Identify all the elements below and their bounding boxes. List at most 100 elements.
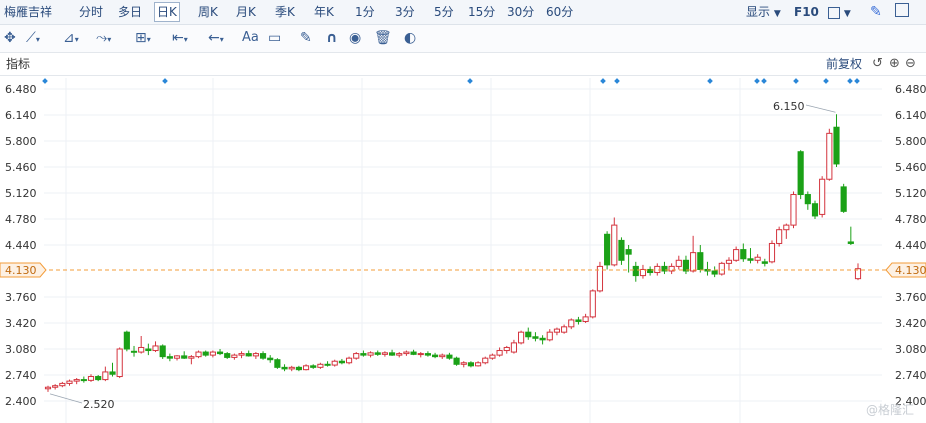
- candle: [403, 350, 410, 356]
- candle-body: [833, 126, 840, 165]
- candle: [159, 344, 166, 359]
- candle-body: [682, 259, 690, 272]
- candle: [654, 263, 661, 276]
- candle: [52, 384, 59, 390]
- candle: [776, 226, 783, 247]
- event-marker[interactable]: [467, 78, 473, 84]
- candle-body: [453, 357, 460, 365]
- price-tick-left: 5.120: [5, 187, 37, 200]
- candle-body: [625, 249, 632, 255]
- candle-body: [224, 353, 231, 358]
- event-marker[interactable]: [42, 78, 48, 84]
- candle-body: [188, 356, 195, 359]
- candle: [288, 365, 295, 372]
- candle-body: [518, 331, 525, 344]
- candle-body: [675, 259, 682, 267]
- event-marker[interactable]: [761, 78, 767, 84]
- candle-body: [768, 242, 776, 263]
- candle: [740, 243, 747, 262]
- candle-body: [116, 348, 123, 378]
- candle: [66, 379, 73, 386]
- candle-body: [654, 265, 661, 274]
- candle-body: [582, 316, 589, 322]
- event-marker[interactable]: [162, 78, 168, 84]
- candle: [811, 200, 819, 219]
- candlestick-chart[interactable]: 6.480 6.140 5.800 5.460 5.120 4.780 4.440 3.760…: [0, 0, 926, 423]
- current-price-left: 4.130: [5, 264, 37, 277]
- candle: [611, 217, 618, 267]
- candle: [804, 191, 811, 210]
- event-marker[interactable]: [754, 78, 760, 84]
- price-tick-right: 3.760: [895, 291, 926, 304]
- candle: [596, 261, 604, 293]
- high-leader-line: [805, 104, 836, 113]
- event-marker[interactable]: [707, 78, 713, 84]
- candle: [768, 240, 776, 264]
- event-marker[interactable]: [847, 78, 853, 84]
- candle: [639, 264, 647, 279]
- candle-body: [173, 355, 181, 359]
- price-tick-left: 3.080: [5, 343, 37, 356]
- low-price-label: 2.520: [83, 398, 115, 411]
- candle: [668, 263, 675, 275]
- candle-body: [539, 337, 546, 341]
- candle-body: [209, 351, 216, 356]
- candle: [259, 351, 267, 360]
- candle: [202, 350, 209, 357]
- current-price-tag-right: 4.130: [885, 262, 926, 278]
- event-marker[interactable]: [600, 78, 606, 84]
- candle: [618, 237, 625, 265]
- candle-body: [733, 249, 740, 261]
- candle-body: [747, 258, 754, 261]
- candle-body: [553, 328, 561, 333]
- candle: [826, 128, 833, 181]
- candle: [216, 349, 224, 356]
- price-tick-right: 5.460: [895, 161, 926, 174]
- current-price-tag-left: 4.130: [0, 262, 47, 278]
- price-tick-right: 5.800: [895, 135, 926, 148]
- candle: [374, 350, 381, 356]
- candle: [44, 385, 52, 392]
- event-marker[interactable]: [823, 78, 829, 84]
- candle-body: [238, 353, 245, 356]
- price-tick-left: 5.800: [5, 135, 37, 148]
- candle: [324, 361, 331, 367]
- left-price-axis: 6.480 6.140 5.800 5.460 5.120 4.780 4.440 3.760…: [5, 83, 37, 408]
- candle: [453, 356, 460, 366]
- price-tick-left: 6.140: [5, 109, 37, 122]
- candle: [188, 355, 195, 365]
- candle-body: [611, 224, 618, 266]
- candle-body: [446, 354, 453, 359]
- watermark: @格隆汇: [866, 402, 914, 417]
- candle-body: [811, 203, 819, 217]
- candle: [166, 353, 173, 362]
- candle: [446, 352, 453, 360]
- candle: [847, 226, 854, 245]
- candle: [209, 350, 216, 358]
- candle: [274, 358, 281, 369]
- candle-body: [431, 354, 439, 358]
- event-marker[interactable]: [614, 78, 620, 84]
- candle: [604, 231, 611, 270]
- candle-body: [274, 359, 281, 368]
- event-marker[interactable]: [854, 78, 860, 84]
- event-marker[interactable]: [793, 78, 799, 84]
- price-tick-left: 4.780: [5, 213, 37, 226]
- candle-body: [589, 290, 596, 318]
- candle: [123, 330, 130, 352]
- candle: [410, 349, 417, 356]
- candle: [690, 235, 697, 273]
- candle: [353, 352, 360, 360]
- price-tick-right: 2.740: [895, 369, 926, 382]
- candle: [589, 289, 596, 319]
- candle: [181, 351, 188, 359]
- candle-body: [797, 151, 804, 196]
- price-tick-left: 2.400: [5, 395, 37, 408]
- candle: [231, 353, 238, 360]
- high-price-label: 6.150: [773, 100, 805, 113]
- candle: [783, 223, 790, 239]
- candle: [424, 351, 431, 357]
- candle: [295, 365, 302, 372]
- candle-body: [374, 352, 381, 355]
- candle: [173, 355, 181, 361]
